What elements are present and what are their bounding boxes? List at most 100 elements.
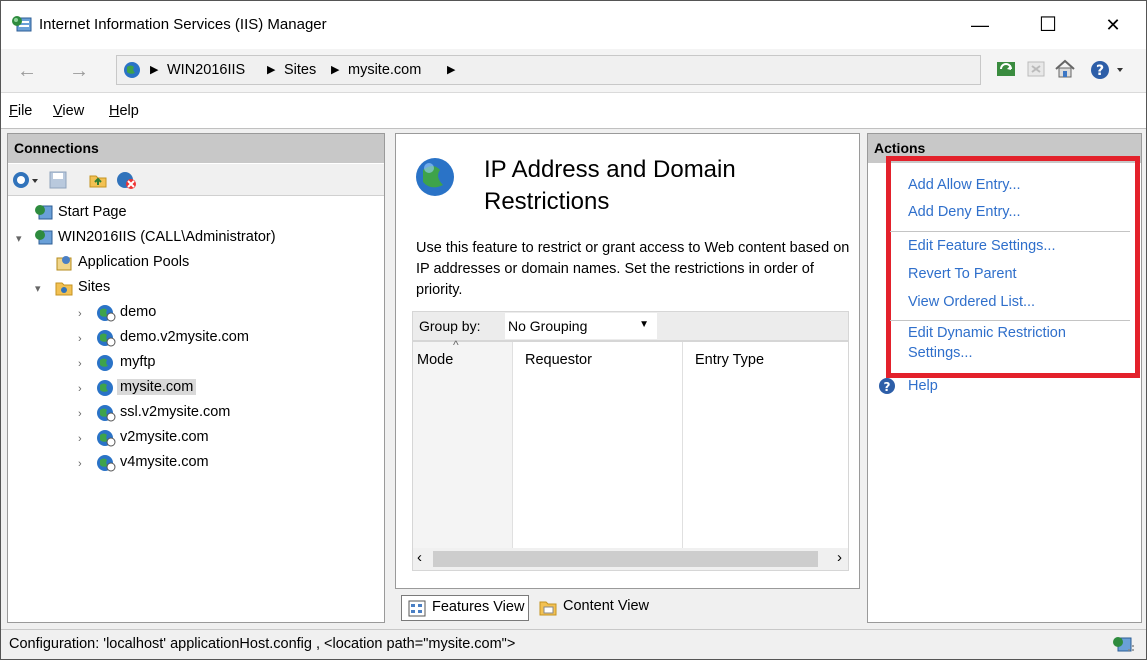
help-icon[interactable]: ? (878, 377, 896, 395)
action-divider (890, 320, 1130, 321)
breadcrumb-sites[interactable]: Sites (284, 62, 316, 78)
back-arrow-icon[interactable]: ← (17, 61, 37, 81)
action-edit-feature-settings[interactable]: Edit Feature Settings... (908, 238, 1056, 254)
breadcrumb[interactable]: ▶ WIN2016IIS ▶ Sites ▶ mysite.com ▶ (116, 55, 981, 85)
tab-label: Features View (432, 599, 525, 615)
action-view-ordered-list[interactable]: View Ordered List... (908, 294, 1035, 310)
home-icon[interactable] (1054, 59, 1076, 79)
group-by-bar: Group by: No Grouping ▼ (412, 311, 849, 341)
tree-item-label: demo.v2mysite.com (120, 329, 249, 345)
maximize-button[interactable]: ☐ (1024, 9, 1072, 41)
menu-bar: File View Help (1, 93, 1146, 129)
scrollbar-thumb[interactable] (433, 551, 818, 567)
tree-item-label: v2mysite.com (120, 429, 209, 445)
status-bar: Configuration: 'localhost' applicationHo… (1, 629, 1146, 659)
expand-arrow-icon[interactable]: › (78, 308, 82, 320)
feature-pane: IP Address and Domain Restrictions Use t… (395, 133, 860, 589)
forward-arrow-icon[interactable]: → (69, 61, 89, 81)
connections-toolbar (8, 164, 384, 196)
horizontal-scrollbar[interactable]: ‹ › (413, 548, 848, 570)
breadcrumb-separator-icon[interactable]: ▶ (447, 63, 455, 76)
tree-item-label: Sites (78, 279, 111, 295)
scroll-right-icon[interactable]: › (837, 549, 842, 566)
connect-icon[interactable] (12, 170, 42, 190)
breadcrumb-separator-icon[interactable]: ▶ (150, 63, 158, 76)
action-add-allow-entry[interactable]: Add Allow Entry... (908, 177, 1021, 193)
window-title: Internet Information Services (IIS) Mana… (39, 16, 327, 33)
save-icon[interactable] (48, 170, 68, 190)
menu-file[interactable]: File (9, 103, 32, 119)
expand-arrow-icon[interactable]: › (78, 333, 82, 345)
server-icon (35, 230, 53, 245)
ip-restrictions-globe-icon (416, 158, 454, 196)
site-icon (97, 430, 116, 447)
site-icon (97, 305, 116, 322)
iis-manager-window: Internet Information Services (IIS) Mana… (0, 0, 1147, 660)
help-dropdown-icon[interactable]: ? (1089, 59, 1129, 81)
expand-arrow-icon[interactable]: › (78, 458, 82, 470)
site-icon (97, 455, 116, 472)
delete-connection-icon[interactable] (116, 170, 138, 190)
view-tabs: Features View Content View (395, 593, 860, 623)
tab-label: Content View (563, 598, 649, 614)
minimize-button[interactable]: — (956, 9, 1004, 41)
collapse-arrow-icon[interactable]: ▾ (16, 232, 22, 245)
breadcrumb-separator-icon[interactable]: ▶ (267, 63, 275, 76)
tab-content-view[interactable]: Content View (533, 595, 653, 621)
svg-text:?: ? (1096, 63, 1104, 79)
group-by-select[interactable]: No Grouping ▼ (505, 313, 657, 339)
sort-ascending-icon: ^ (453, 338, 459, 352)
feature-title-line-1: IP Address and Domain (484, 156, 736, 183)
menu-help[interactable]: Help (109, 103, 139, 119)
iis-app-icon (12, 16, 32, 32)
close-button[interactable]: ✕ (1089, 9, 1137, 41)
title-bar: Internet Information Services (IIS) Mana… (1, 1, 1146, 49)
action-edit-dynamic-restriction-settings[interactable]: Settings... (908, 345, 972, 361)
feature-title-line-2: Restrictions (484, 188, 610, 215)
dropdown-arrow-icon[interactable]: ▼ (639, 319, 649, 330)
breadcrumb-separator-icon[interactable]: ▶ (331, 63, 339, 76)
site-icon (97, 380, 113, 396)
features-view-icon (408, 600, 426, 617)
expand-arrow-icon[interactable]: › (78, 383, 82, 395)
tab-features-view[interactable]: Features View (401, 595, 530, 621)
menu-view[interactable]: View (53, 103, 84, 119)
requestor-column (513, 342, 683, 550)
entry-type-column (683, 342, 848, 550)
svg-text:?: ? (884, 380, 891, 394)
expand-arrow-icon[interactable]: › (78, 408, 82, 420)
action-help[interactable]: Help (908, 378, 938, 394)
tree-item-label: myftp (120, 354, 156, 370)
refresh-icon[interactable] (996, 59, 1016, 79)
action-add-deny-entry[interactable]: Add Deny Entry... (908, 204, 1021, 220)
collapse-arrow-icon[interactable]: ▾ (35, 282, 41, 295)
tree-item-label: demo (120, 304, 157, 320)
folder-icon (55, 282, 73, 296)
expand-arrow-icon[interactable]: › (78, 433, 82, 445)
tree-item-label: ssl.v2mysite.com (120, 404, 231, 420)
expand-arrow-icon[interactable]: › (78, 358, 82, 370)
stop-icon[interactable] (1026, 59, 1046, 79)
up-folder-icon[interactable] (88, 170, 108, 190)
tree-item-label: Application Pools (78, 254, 190, 270)
tree-item-label: WIN2016IIS (CALL\Administrator) (58, 229, 276, 245)
group-by-label: Group by: (419, 318, 481, 334)
status-text: Configuration: 'localhost' applicationHo… (9, 636, 516, 652)
column-header-mode[interactable]: Mode (417, 352, 453, 368)
action-edit-dynamic-restriction[interactable]: Edit Dynamic Restriction (908, 325, 1066, 341)
site-icon (97, 330, 116, 347)
breadcrumb-server[interactable]: WIN2016IIS (167, 62, 245, 78)
mode-column (413, 342, 513, 550)
column-header-requestor[interactable]: Requestor (525, 352, 592, 368)
column-header-entry-type[interactable]: Entry Type (695, 352, 764, 368)
restrictions-grid[interactable]: ^ Mode Requestor Entry Type ‹ › (412, 338, 849, 571)
connections-pane: Connections Start Page ▾ WIN2016IIS (CAL… (7, 133, 385, 623)
content-view-icon (539, 601, 557, 616)
action-revert-to-parent[interactable]: Revert To Parent (908, 266, 1017, 282)
site-icon (97, 405, 116, 422)
breadcrumb-mysite[interactable]: mysite.com (348, 62, 421, 78)
scroll-left-icon[interactable]: ‹ (417, 549, 422, 566)
start-page-icon (35, 205, 53, 220)
globe-icon (124, 62, 140, 78)
app-pool-icon (56, 256, 72, 271)
